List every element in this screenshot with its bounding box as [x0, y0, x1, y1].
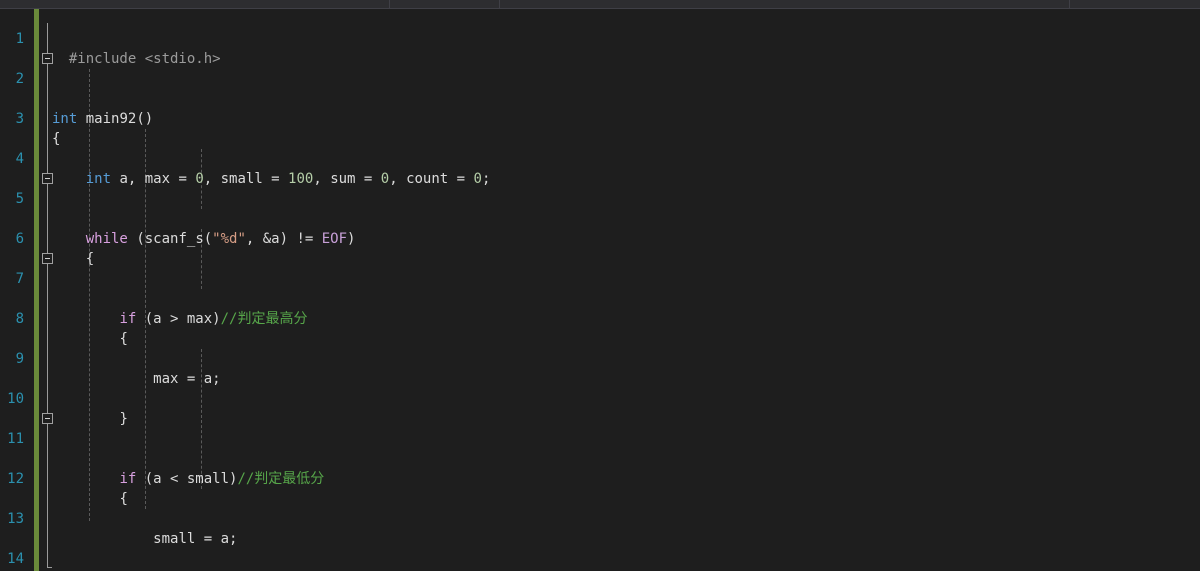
code-line[interactable]: 7 if (a > max)//判定最高分 [0, 249, 1200, 327]
line-number: 8 [15, 311, 24, 327]
line-number: 5 [15, 191, 24, 207]
fold-toggle-icon[interactable] [42, 53, 53, 64]
code-line[interactable]: 4 int a, max = 0, small = 100, sum = 0, … [0, 129, 1200, 187]
toolbar-cell-4[interactable] [1070, 0, 1200, 8]
line-number: 13 [7, 511, 24, 527]
toolbar-cell-2[interactable] [390, 0, 500, 8]
line-number: 12 [7, 471, 24, 487]
fold-toggle-icon[interactable] [42, 253, 53, 264]
line-number: 2 [15, 71, 24, 87]
code-line[interactable]: 12 { [0, 449, 1200, 507]
code-line[interactable]: 11 if (a < small)//判定最低分 [0, 409, 1200, 487]
line-number: 3 [15, 111, 24, 127]
code-line[interactable]: 14 } [0, 529, 1200, 567]
line-text: if (a > max)//判定最高分 [119, 311, 308, 327]
code-line[interactable]: 6 { [0, 209, 1200, 267]
line-text: while (scanf_s("%d", &a) != EOF) [85, 231, 356, 247]
code-content[interactable]: 1 #include <stdio.h> 2 int main92() 3 { … [0, 9, 1200, 571]
fold-toggle-icon[interactable] [42, 173, 53, 184]
line-number: 7 [15, 271, 24, 287]
toolbar-cell-1[interactable] [0, 0, 390, 8]
code-line[interactable]: 2 int main92() [0, 49, 1200, 127]
line-number: 6 [15, 231, 24, 247]
code-line[interactable]: 8 { [0, 289, 1200, 347]
code-line[interactable]: 3 { [0, 89, 1200, 147]
code-line[interactable]: 5 while (scanf_s("%d", &a) != EOF) [0, 169, 1200, 247]
line-number: 4 [15, 151, 24, 167]
top-toolbar[interactable] [0, 0, 1200, 9]
code-line[interactable]: 9 max = a; [0, 329, 1200, 387]
line-number: 1 [15, 31, 24, 47]
code-line[interactable]: 1 #include <stdio.h> [0, 9, 1200, 67]
code-line[interactable]: 10 } [0, 369, 1200, 427]
line-number: 11 [7, 431, 24, 447]
text-editor[interactable]: 1 #include <stdio.h> 2 int main92() 3 { … [0, 9, 1200, 571]
line-number: 9 [15, 351, 24, 367]
code-line[interactable]: 13 small = a; [0, 489, 1200, 547]
code-editor-window: 1 #include <stdio.h> 2 int main92() 3 { … [0, 0, 1200, 571]
toolbar-cell-3[interactable] [500, 0, 1070, 8]
line-number: 14 [7, 551, 24, 567]
fold-toggle-icon[interactable] [42, 413, 53, 424]
line-number: 10 [7, 391, 24, 407]
line-text: if (a < small)//判定最低分 [119, 471, 325, 487]
